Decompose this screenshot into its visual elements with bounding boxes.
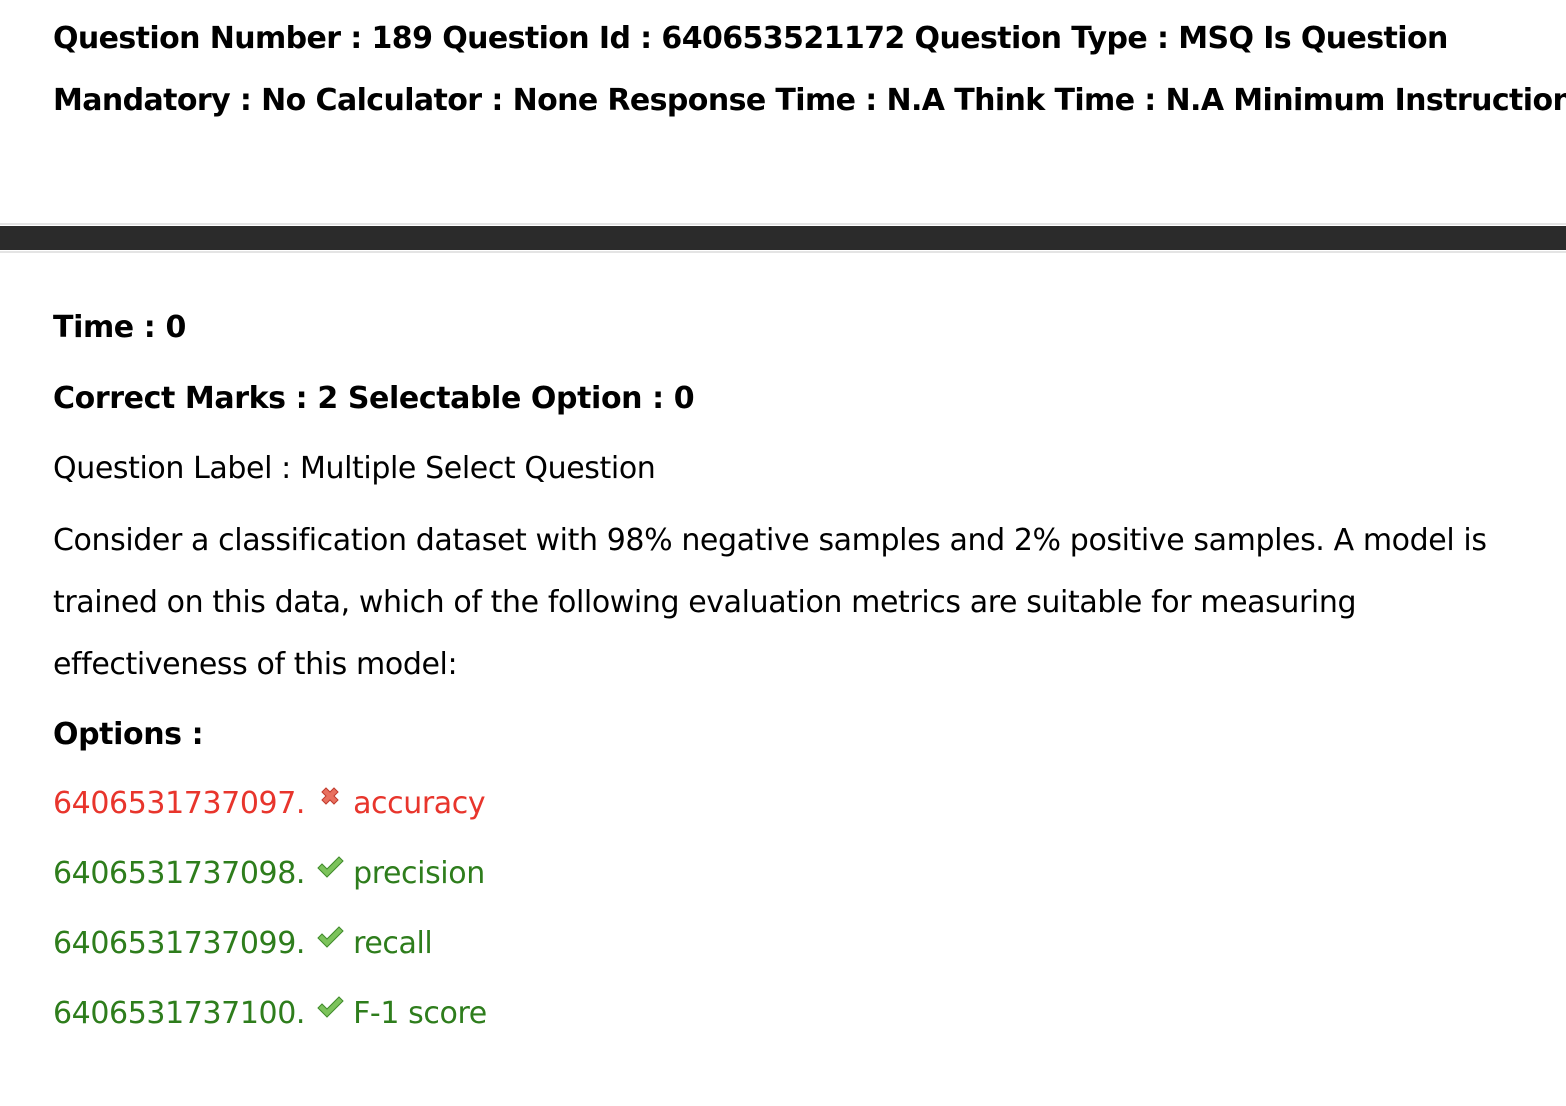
- option-id: 6406531737099.: [53, 926, 306, 961]
- option-id: 6406531737100.: [53, 996, 306, 1031]
- option-text: accuracy: [353, 786, 486, 821]
- options-heading: Options :: [53, 717, 204, 752]
- question-marks: Correct Marks : 2 Selectable Option : 0: [53, 381, 695, 416]
- option-text: F-1 score: [353, 996, 487, 1031]
- option-item: 6406531737097. accuracy: [53, 783, 486, 821]
- cross-icon: [315, 783, 345, 813]
- divider-top: [0, 223, 1566, 225]
- option-item: 6406531737099. recall: [53, 923, 433, 961]
- option-text: recall: [353, 926, 433, 961]
- question-time: Time : 0: [53, 310, 186, 345]
- question-meta: Question Number : 189 Question Id : 6406…: [53, 8, 1566, 132]
- section-divider: [0, 226, 1566, 250]
- meta-line-1: Question Number : 189 Question Id : 6406…: [53, 21, 1448, 56]
- option-item: 6406531737098. precision: [53, 853, 485, 891]
- option-id: 6406531737098.: [53, 856, 306, 891]
- check-icon: [315, 993, 345, 1023]
- question-text: Consider a classification dataset with 9…: [53, 523, 1487, 682]
- divider-bottom: [0, 251, 1566, 253]
- check-icon: [315, 923, 345, 953]
- option-id: 6406531737097.: [53, 786, 306, 821]
- option-text: precision: [353, 856, 485, 891]
- meta-line-2: Mandatory : No Calculator : None Respons…: [53, 83, 1566, 118]
- check-icon: [315, 853, 345, 883]
- option-item: 6406531737100. F-1 score: [53, 993, 487, 1031]
- question-label: Question Label : Multiple Select Questio…: [53, 451, 656, 486]
